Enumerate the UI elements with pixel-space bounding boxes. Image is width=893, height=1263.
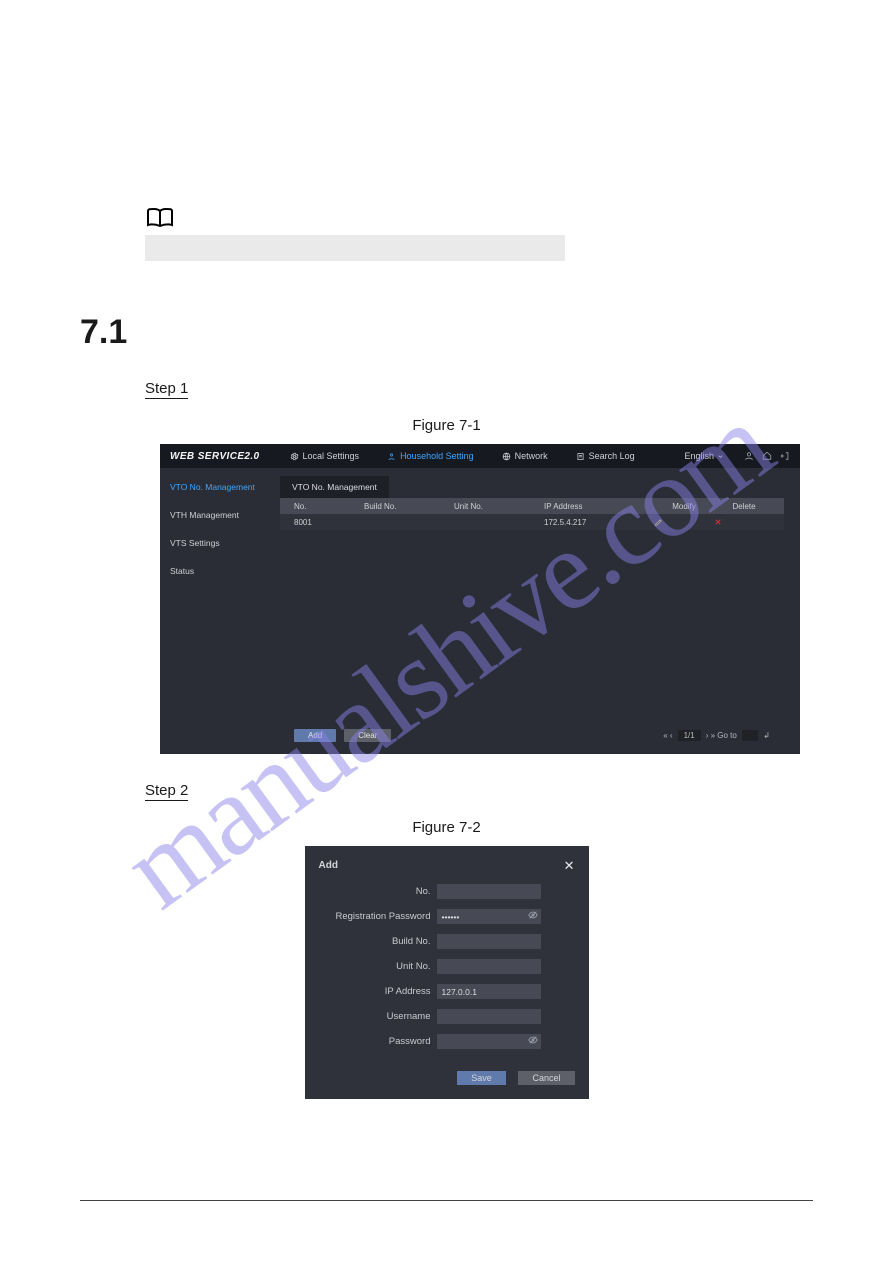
pager-input[interactable] [742,730,758,741]
tab-local-settings[interactable]: Local Settings [276,444,374,468]
input-ip-value: 127.0.0.1 [442,987,477,997]
input-registration-password[interactable]: •••••• [437,909,541,924]
step-1-text: Select Household Setting > VTO No. Manag… [202,380,542,397]
tab-household-label: Household Setting [400,451,474,461]
table-header: No. Build No. Unit No. IP Address Modify… [280,498,784,514]
tab-local-label: Local Settings [303,451,360,461]
tab-network-label: Network [515,451,548,461]
step-2-label: Step 2 [145,782,188,801]
gear-icon [290,452,299,461]
globe-icon [502,452,511,461]
figure-7-1-screenshot: WEB SERVICE2.0 Local Settings Household … [160,444,800,754]
home-icon[interactable] [762,451,772,461]
field-label-ip: IP Address [319,986,431,997]
input-no[interactable] [437,884,541,899]
brand-logo: WEB SERVICE2.0 [160,451,276,462]
step-1-label: Step 1 [145,380,188,399]
field-label-user: Username [319,1011,431,1022]
chapter-title: Household Setting [311,92,611,130]
th-modify: Modify [654,502,714,511]
dialog-cancel-button[interactable]: Cancel [518,1071,574,1085]
field-label-reg: Registration Password [319,911,431,922]
sidebar-item-vth[interactable]: VTH Management [170,510,270,520]
sidebar-item-status[interactable]: Status [170,566,270,576]
note-strip: Snapshots may be different from actual i… [145,235,565,261]
add-button[interactable]: Add [294,729,336,742]
pane-tab-vto-management[interactable]: VTO No. Management [280,476,389,498]
sidebar-item-vto[interactable]: VTO No. Management [170,482,270,492]
tab-household-setting[interactable]: Household Setting [373,444,488,468]
input-username[interactable] [437,1009,541,1024]
language-selector[interactable]: English [674,451,734,461]
chapter-number: 7 [282,92,301,130]
intro-paragraph: This chapter introduces how to add, modi… [145,159,813,183]
section-number: 7.1 [80,313,127,352]
field-label-pass: Password [319,1036,431,1047]
log-icon [576,452,585,461]
tab-search-log[interactable]: Search Log [562,444,649,468]
cell-no: 8001 [290,518,364,527]
input-reg-value: •••••• [442,912,460,922]
note-book-icon [145,207,175,229]
field-label-unit: Unit No. [319,961,431,972]
field-label-build: Build No. [319,936,431,947]
figure-7-1-caption: Figure 7-1 [80,417,813,434]
section-title: VTO No. Management [139,313,490,352]
pager-go[interactable]: ↲ [763,731,770,740]
step-2-text: Click Add. [202,782,269,799]
clear-button[interactable]: Clear [344,729,391,742]
table-row: 8001 172.5.4.217 [280,514,784,530]
field-label-no: No. [319,886,431,897]
logout-icon[interactable] [780,451,790,461]
input-build-no[interactable] [437,934,541,949]
page-number: 27 [796,1209,809,1223]
figure-7-2-dialog: Add ✕ No. Registration Password •••••• B… [305,846,589,1099]
language-label: English [684,451,714,461]
chevron-down-icon [717,453,724,460]
input-password[interactable] [437,1034,541,1049]
dialog-title: Add [319,860,338,871]
dialog-save-button[interactable]: Save [457,1071,506,1085]
footer-rule [80,1200,813,1201]
input-ip-address[interactable]: 127.0.0.1 [437,984,541,999]
note-text: Snapshots may be different from actual i… [151,241,441,256]
th-unit: Unit No. [454,502,544,511]
house-user-icon [387,452,396,461]
tab-search-label: Search Log [589,451,635,461]
input-unit-no[interactable] [437,959,541,974]
tab-network[interactable]: Network [488,444,562,468]
pager-page: 1/1 [678,730,701,741]
th-build: Build No. [364,502,454,511]
eye-toggle-icon[interactable] [528,1035,538,1045]
row-delete-button[interactable] [714,518,774,526]
figure-7-2-caption: Figure 7-2 [80,819,813,836]
sidebar-item-vts[interactable]: VTS Settings [170,538,270,548]
th-delete: Delete [714,502,774,511]
th-no: No. [290,502,364,511]
th-ip: IP Address [544,502,654,511]
pager-next-goto[interactable]: › » Go to [706,731,737,740]
dialog-close-button[interactable]: ✕ [564,859,575,872]
pager-prev[interactable]: « ‹ [663,731,672,740]
row-modify-button[interactable] [654,518,714,527]
pagination[interactable]: « ‹ 1/1 › » Go to ↲ [663,730,770,741]
eye-toggle-icon[interactable] [528,910,538,920]
cell-ip: 172.5.4.217 [544,518,654,527]
user-icon[interactable] [744,451,754,461]
